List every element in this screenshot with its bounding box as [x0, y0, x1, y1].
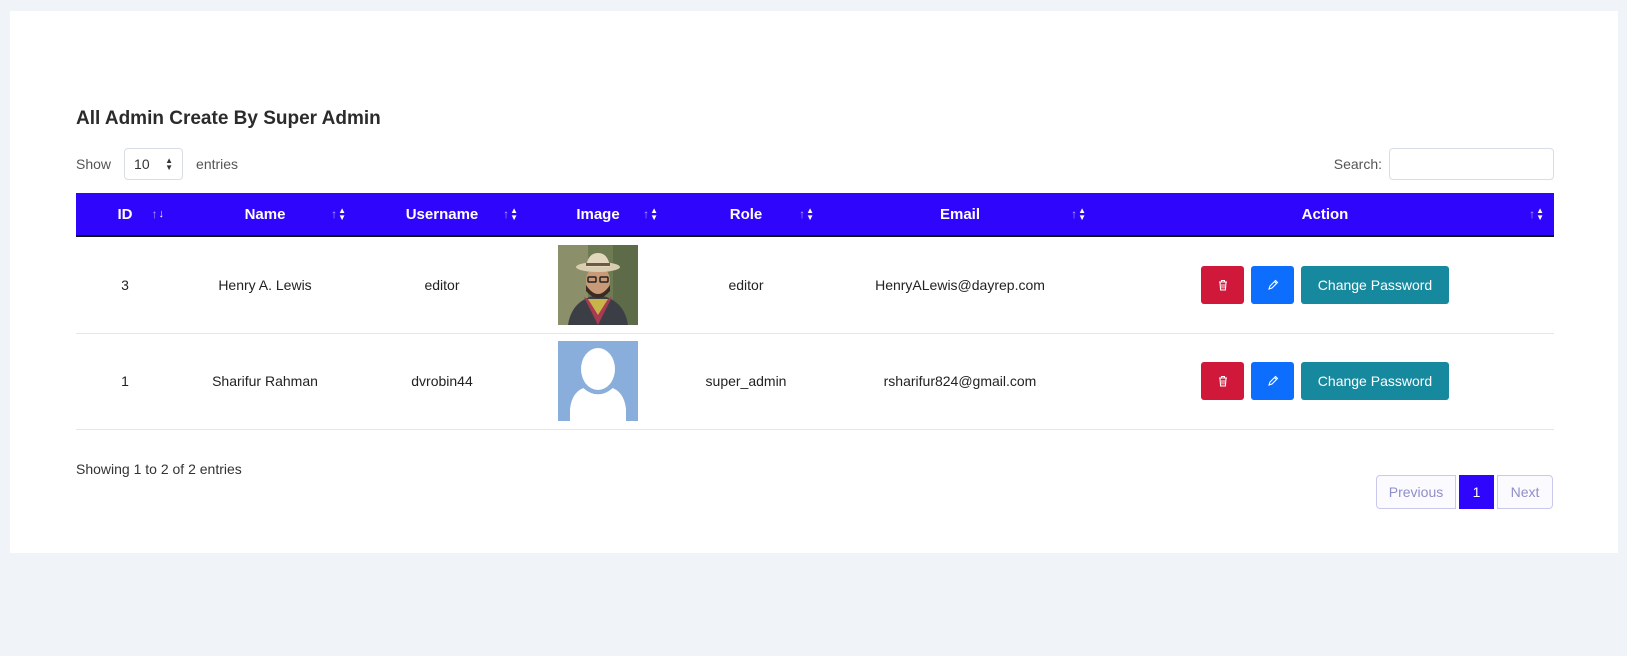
cell-action: Change Password: [1096, 236, 1554, 333]
page-1-button[interactable]: 1: [1459, 475, 1494, 509]
cell-username: dvrobin44: [411, 373, 473, 389]
table-row: 1 Sharifur Rahman dvrobin44 super_admin …: [76, 333, 1554, 429]
trash-icon: [1218, 279, 1227, 291]
column-header-id[interactable]: ID ↑ ↓: [76, 193, 174, 236]
column-header-email[interactable]: Email ↑ ▲ ▼: [824, 193, 1096, 236]
trash-icon: [1218, 375, 1227, 387]
cell-id: 1: [121, 373, 129, 389]
sort-icon: ↑ ▲ ▼: [331, 206, 346, 222]
cell-id: 3: [121, 276, 129, 293]
search-control: Search:: [1334, 148, 1554, 180]
sort-desc-icon: ↑ ↓: [151, 207, 165, 221]
sort-icon: ↑ ▲ ▼: [799, 206, 814, 222]
entries-select[interactable]: 10 ▲ ▼: [124, 148, 184, 180]
cell-role: super_admin: [705, 373, 787, 389]
column-header-image[interactable]: Image ↑ ▲ ▼: [528, 193, 668, 236]
cell-name: Henry A. Lewis: [218, 276, 312, 293]
cell-email: HenryALewis@dayrep.com: [875, 276, 1045, 293]
cell-email: rsharifur824@gmail.com: [883, 373, 1037, 389]
cell-name: Sharifur Rahman: [212, 373, 318, 389]
search-label: Search:: [1333, 156, 1382, 172]
pagination: Previous 1 Next: [1376, 475, 1553, 509]
change-password-button[interactable]: Change Password: [1301, 362, 1449, 400]
cell-action: Change Password: [1096, 333, 1554, 429]
delete-button[interactable]: [1201, 265, 1244, 304]
delete-button[interactable]: [1201, 362, 1244, 400]
search-input[interactable]: [1389, 148, 1554, 180]
column-header-role[interactable]: Role ↑ ▲ ▼: [668, 193, 824, 236]
entries-length-control: Show 10 ▲ ▼ entries: [76, 148, 238, 180]
sort-icon: ↑ ▲ ▼: [1529, 206, 1544, 222]
cell-image: [528, 236, 668, 333]
pencil-icon: [1267, 375, 1278, 386]
previous-page-button[interactable]: Previous: [1376, 475, 1456, 509]
sort-icon: ↑ ▲ ▼: [643, 206, 658, 222]
table-header-row: ID ↑ ↓ Name ↑ ▲ ▼ Username ↑ ▲ ▼ Image ↑ ▲ ▼ Role ↑ ▲…: [76, 193, 1554, 236]
profile-photo: [558, 244, 638, 325]
show-label: Show: [76, 156, 112, 172]
table-info: Showing 1 to 2 of 2 entries: [76, 461, 242, 477]
edit-button[interactable]: [1251, 265, 1294, 304]
page-title: All Admin Create By Super Admin: [76, 108, 381, 129]
cell-username: editor: [424, 276, 460, 293]
change-password-button[interactable]: Change Password: [1301, 265, 1449, 304]
column-header-action[interactable]: Action ↑ ▲ ▼: [1096, 193, 1554, 236]
cell-image: [528, 333, 668, 429]
column-header-name[interactable]: Name ↑ ▲ ▼: [174, 193, 356, 236]
column-header-username[interactable]: Username ↑ ▲ ▼: [356, 193, 528, 236]
next-page-button[interactable]: Next: [1497, 475, 1553, 509]
avatar-placeholder: [558, 341, 638, 421]
entries-select-value: 10: [134, 156, 150, 172]
sort-icon: ↑ ▲ ▼: [1071, 206, 1086, 222]
sort-icon: ↑ ▲ ▼: [503, 206, 518, 222]
edit-button[interactable]: [1251, 362, 1294, 400]
select-arrows-icon: ▲ ▼: [165, 156, 174, 172]
pencil-icon: [1267, 279, 1278, 290]
entries-label: entries: [196, 156, 239, 172]
table-row: 3 Henry A. Lewis editor editor HenryALew…: [76, 236, 1554, 333]
admin-table: ID ↑ ↓ Name ↑ ▲ ▼ Username ↑ ▲ ▼ Image ↑ ▲ ▼ Role ↑ ▲…: [76, 193, 1554, 430]
content-card: All Admin Create By Super Admin Show 10 …: [10, 11, 1618, 553]
cell-role: editor: [728, 276, 764, 293]
